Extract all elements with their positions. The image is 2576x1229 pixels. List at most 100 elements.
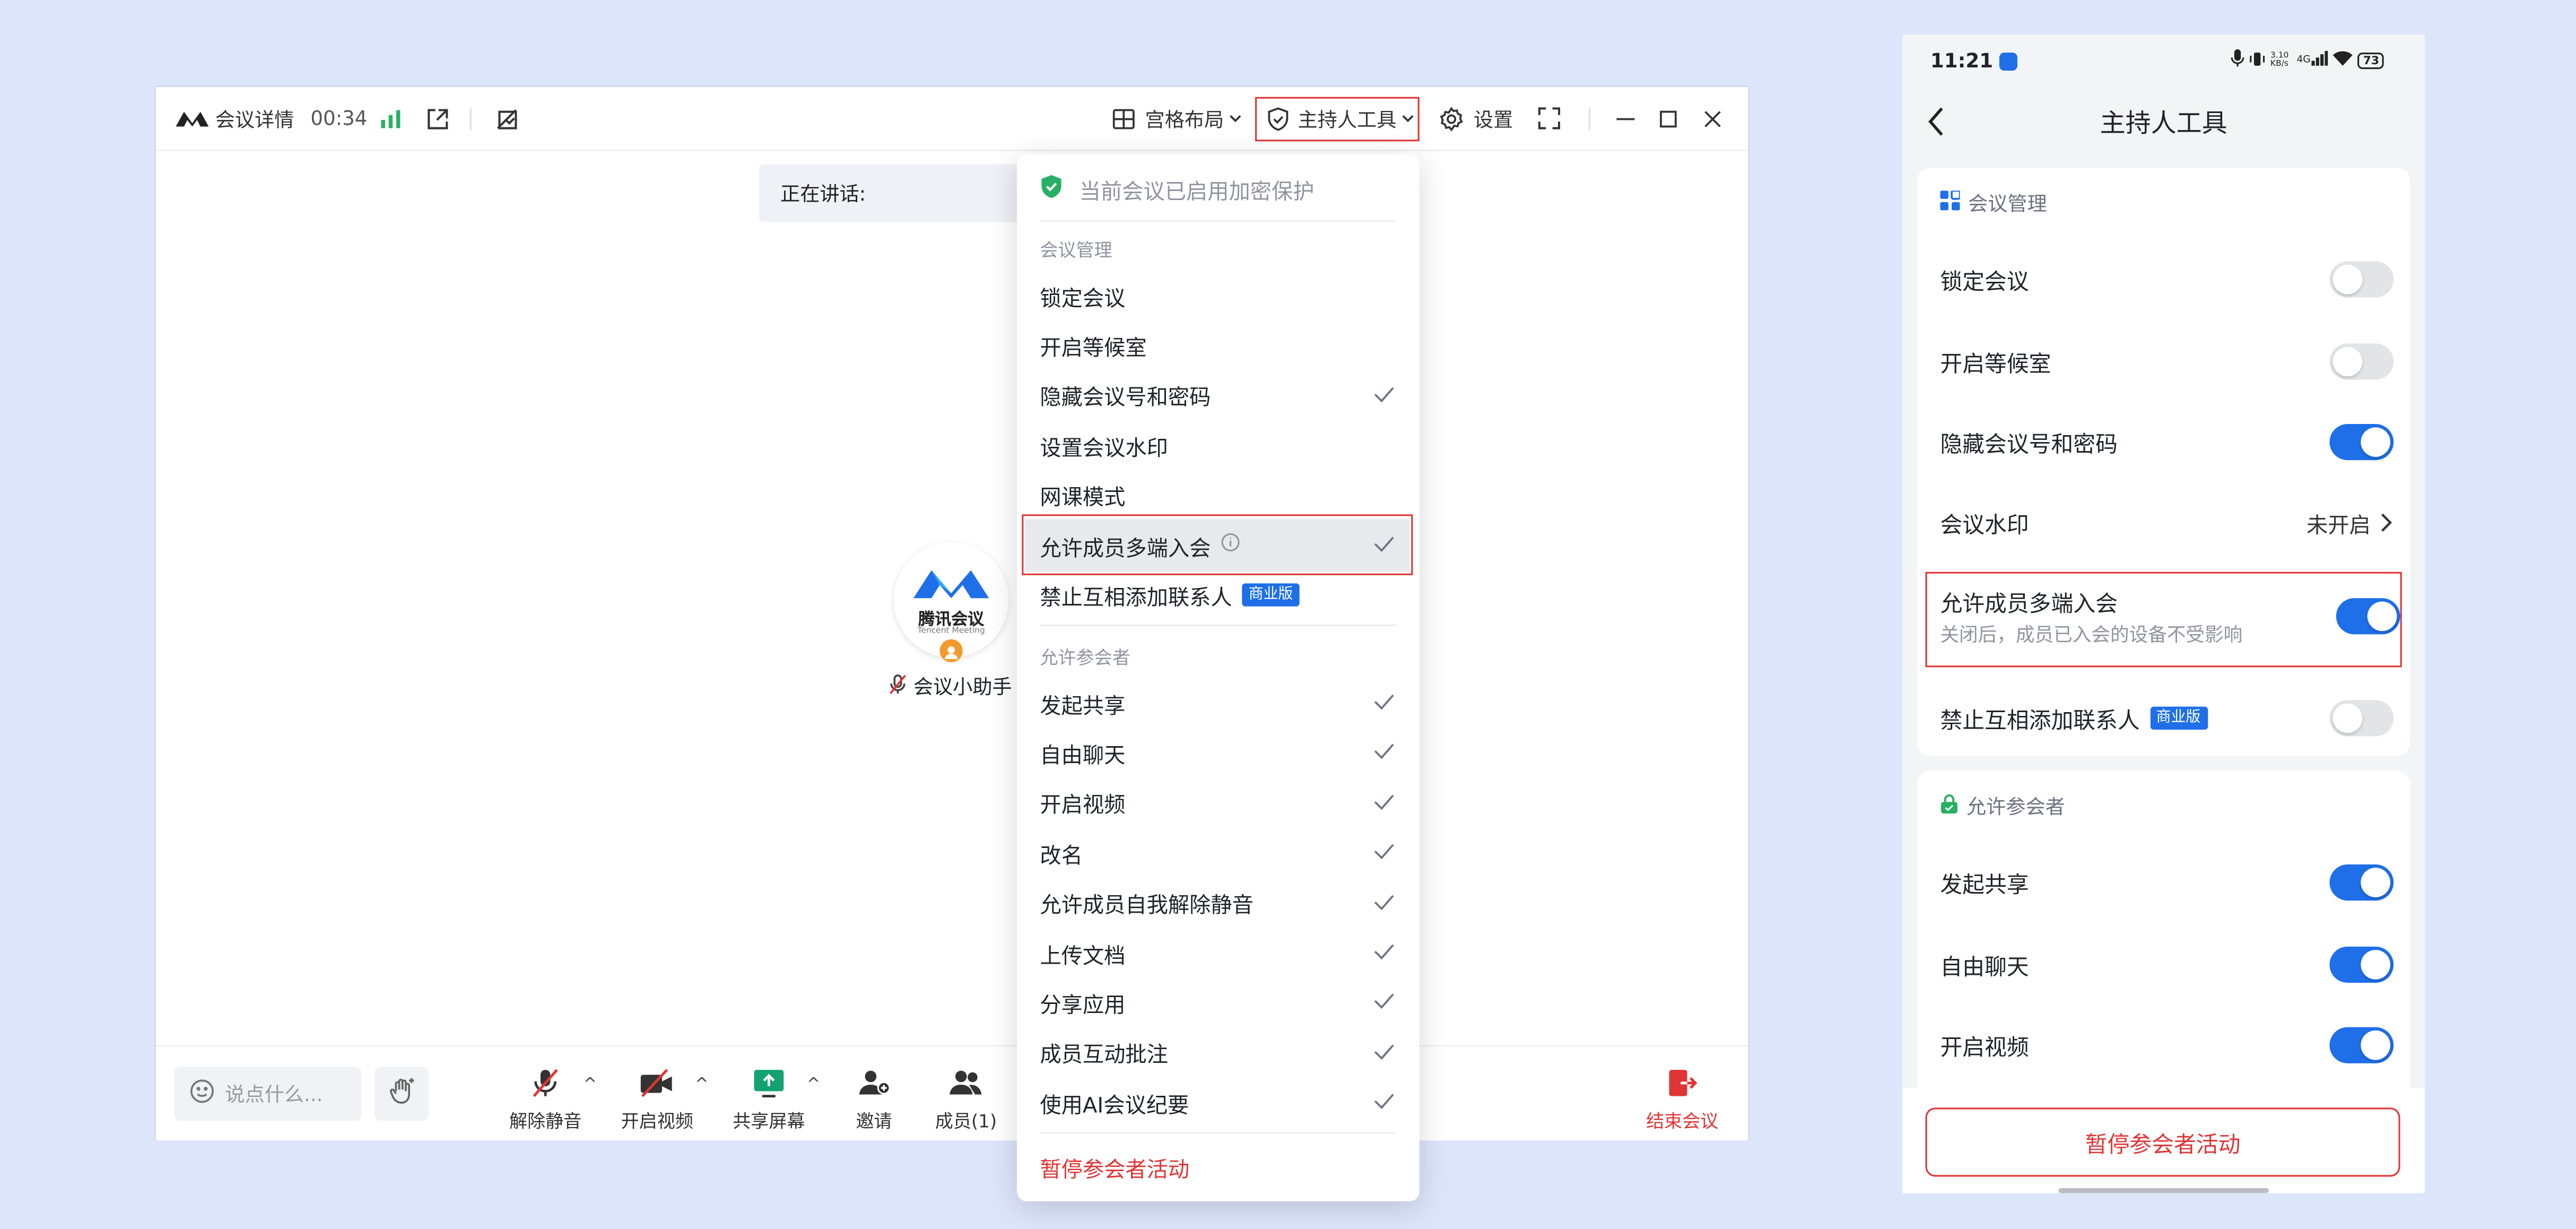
checkmark-icon: [1373, 742, 1395, 766]
net-speed: 3.10 KB/s: [2270, 50, 2289, 68]
menu-item[interactable]: 自由聊天: [1040, 733, 1398, 773]
status-bar-left: 11:21: [1930, 49, 2018, 72]
popout-icon[interactable]: [425, 87, 450, 150]
annotation-off-icon[interactable]: [494, 87, 521, 150]
unmute-button[interactable]: 解除静音: [496, 1067, 595, 1134]
section-meeting-management: 会议管理: [1040, 240, 1112, 262]
members-label: 成员(1): [935, 1111, 997, 1132]
speaking-indicator: 正在讲话:: [759, 164, 1039, 222]
menu-item[interactable]: 分享应用: [1040, 983, 1398, 1023]
host-tools-menu: 当前会议已启用加密保护 会议管理 锁定会议 开启等候室 隐藏会议号和密码 设置会议水印…: [1016, 154, 1420, 1201]
menu-item-label: 锁定会议: [1040, 287, 1126, 311]
meeting-details-button[interactable]: 会议详情: [176, 87, 294, 150]
multi-device-toggle[interactable]: [2336, 598, 2400, 635]
chat-input[interactable]: 说点什么...: [174, 1066, 362, 1121]
menu-item[interactable]: 锁定会议: [1040, 276, 1398, 315]
menu-item[interactable]: 禁止互相添加联系人 商业版: [1040, 576, 1398, 615]
start-video-button[interactable]: 开启视频: [608, 1067, 707, 1134]
end-meeting-button[interactable]: 结束会议: [1633, 1067, 1731, 1134]
participant-logo-subtext: Tencent Meeting: [917, 626, 985, 636]
section-management-label: 会议管理: [1968, 191, 2047, 215]
end-meeting-label: 结束会议: [1646, 1111, 1719, 1132]
menu-item[interactable]: 使用AI会议纪要: [1040, 1083, 1398, 1122]
menu-item[interactable]: 隐藏会议号和密码: [1040, 376, 1398, 416]
checkmark-icon: [1373, 842, 1395, 866]
video-options-caret-icon[interactable]: ^: [695, 1076, 709, 1094]
toggle-row-label: 发起共享: [1940, 872, 2029, 899]
multi-device-label: 允许成员多端入会: [1940, 591, 2118, 618]
raise-hand-button[interactable]: [375, 1066, 429, 1121]
toggle-row-label: 自由聊天: [1940, 954, 2029, 981]
toggle-row: 自由聊天: [1940, 941, 2394, 987]
settings-label: 设置: [1473, 107, 1513, 131]
network-type: 4G: [2296, 54, 2311, 66]
participant-avatar[interactable]: 腾讯会议 Tencent Meeting: [893, 542, 1009, 663]
audio-options-caret-icon[interactable]: ^: [583, 1076, 597, 1094]
chat-input-placeholder: 说点什么...: [225, 1083, 323, 1106]
host-tools-button[interactable]: 主持人工具: [1267, 87, 1415, 150]
share-options-caret-icon[interactable]: ^: [807, 1076, 821, 1094]
menu-item-label: 禁止互相添加联系人: [1040, 586, 1232, 611]
pause-participants-button[interactable]: 暂停参会者活动: [1925, 1107, 2400, 1177]
menu-item-label: 使用AI会议纪要: [1040, 1094, 1189, 1119]
checkmark-icon: [1373, 992, 1395, 1016]
checkmark-icon: [1373, 792, 1395, 816]
menu-divider: [1040, 624, 1397, 626]
signal-bars-icon[interactable]: [379, 87, 402, 150]
checkmark-icon: [1373, 534, 1395, 558]
checkmark-icon: [1373, 384, 1395, 409]
grid-layout-button[interactable]: 宫格布局: [1112, 87, 1242, 150]
menu-divider: [1040, 1132, 1397, 1134]
menu-item-label: 分享应用: [1040, 994, 1126, 1019]
speaking-label: 正在讲话:: [780, 182, 866, 206]
business-badge: 商业版: [1242, 584, 1300, 607]
mic-muted-icon: [529, 1066, 562, 1103]
toggle-switch[interactable]: [2329, 261, 2394, 298]
menu-item[interactable]: 发起共享: [1040, 683, 1398, 723]
toggle-switch[interactable]: [2329, 342, 2394, 379]
close-icon[interactable]: [1703, 87, 1721, 150]
menu-item[interactable]: 开启等候室: [1040, 326, 1398, 365]
section-header-management: 会议管理: [1940, 187, 2394, 217]
minimize-icon[interactable]: [1616, 87, 1635, 150]
toggle-row: 发起共享: [1940, 860, 2394, 906]
members-button[interactable]: 成员(1): [917, 1067, 1015, 1134]
screenshot-stage: 会议详情 00:34 宫格布局 主持人工具 设置 正在讲话: 腾讯会议 Tenc…: [0, 0, 2576, 1229]
no-contacts-toggle[interactable]: [2329, 700, 2394, 737]
toggle-row-label: 开启等候室: [1940, 351, 2051, 377]
menu-item[interactable]: 上传文档: [1040, 933, 1398, 973]
meeting-window: 会议详情 00:34 宫格布局 主持人工具 设置 正在讲话: 腾讯会议 Tenc…: [156, 87, 1748, 1141]
menu-item[interactable]: 允许成员自我解除静音: [1040, 884, 1398, 923]
page-title: 主持人工具: [2100, 108, 2227, 139]
toggle-row: 开启等候室: [1940, 337, 2394, 384]
business-badge: 商业版: [2149, 706, 2207, 730]
menu-item-label: 开启视频: [1040, 794, 1126, 819]
menu-item[interactable]: 成员互动批注: [1040, 1033, 1398, 1072]
unmute-label: 解除静音: [509, 1111, 582, 1132]
maximize-icon[interactable]: [1659, 87, 1677, 150]
menu-item[interactable]: 网课模式: [1040, 476, 1398, 515]
toggle-switch[interactable]: [2329, 946, 2394, 982]
invite-button[interactable]: 邀请: [825, 1067, 924, 1134]
management-card: 会议管理 锁定会议 开启等候室 隐藏会议号和密码 会议水印 未开启 允许成员多端入会…: [1917, 167, 2410, 756]
lock-icon: [1940, 793, 1958, 817]
pause-participants-item[interactable]: 暂停参会者活动: [1040, 1147, 1398, 1187]
menu-item[interactable]: 开启视频: [1040, 784, 1398, 823]
menu-item-label: 允许成员自我解除静音: [1040, 894, 1254, 919]
toggle-switch[interactable]: [2329, 864, 2394, 901]
toggle-switch[interactable]: [2329, 424, 2394, 461]
toggle-switch[interactable]: [2329, 1027, 2394, 1063]
menu-item[interactable]: 允许成员多端入会: [1040, 526, 1398, 565]
menu-item[interactable]: 改名: [1040, 834, 1398, 873]
toggle-row: 锁定会议: [1940, 256, 2394, 302]
info-icon[interactable]: [1221, 532, 1240, 559]
menu-item[interactable]: 设置会议水印: [1040, 426, 1398, 465]
grid-apps-icon: [1940, 188, 1961, 214]
checkmark-icon: [1373, 892, 1395, 916]
watermark-row[interactable]: 会议水印 未开启: [1940, 499, 2394, 546]
menu-item-label: 发起共享: [1040, 694, 1126, 719]
fullscreen-icon[interactable]: [1538, 87, 1561, 150]
settings-button[interactable]: 设置: [1439, 87, 1513, 150]
share-screen-button[interactable]: 共享屏幕: [719, 1067, 818, 1134]
allow-participants-card: 允许参会者 发起共享 自由聊天 开启视频: [1917, 771, 2410, 1132]
